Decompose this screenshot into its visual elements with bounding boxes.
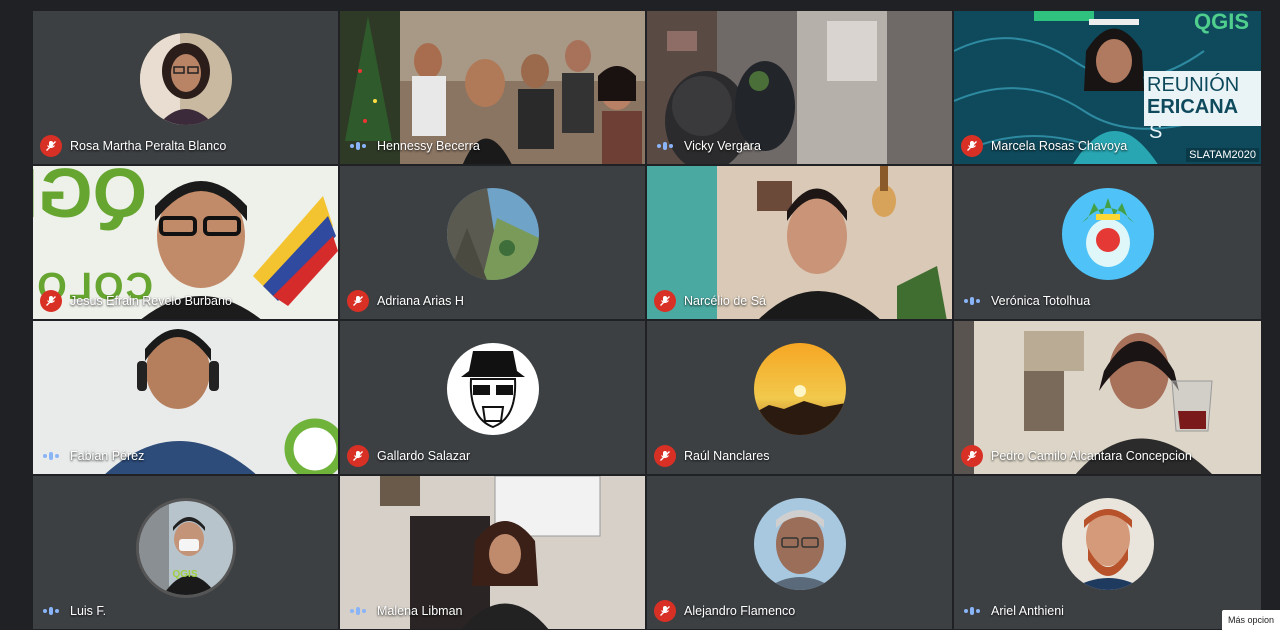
avatar	[753, 497, 846, 590]
nameplate: Verónica Totolhua	[961, 290, 1090, 312]
avatar: QGIS	[135, 497, 236, 598]
speaking-indicator-icon	[961, 600, 983, 622]
participant-tile[interactable]: Rosa Martha Peralta Blanco	[32, 10, 339, 165]
participant-tile[interactable]: Fabian Pérez	[32, 320, 339, 475]
participant-tile[interactable]: Raúl Nanclares	[646, 320, 953, 475]
nameplate: Gallardo Salazar	[347, 445, 470, 467]
more-options-button[interactable]: Más opcion	[1221, 610, 1280, 630]
qgis-logo: QGIS	[1193, 10, 1249, 34]
participant-tile[interactable]: Narcélio de Sá	[646, 165, 953, 320]
nameplate: Malena Libman	[347, 600, 462, 622]
banner-text: S	[1149, 121, 1163, 143]
muted-mic-icon	[654, 290, 676, 312]
muted-mic-icon	[347, 290, 369, 312]
participant-tile[interactable]: Adriana Arias H	[339, 165, 646, 320]
avatar	[446, 342, 539, 435]
avatar	[446, 187, 539, 280]
muted-mic-icon	[347, 445, 369, 467]
banner-text: REUNIÓN ERICANA	[1147, 74, 1240, 118]
participant-tile[interactable]: Malena Libman	[339, 475, 646, 630]
participant-tile[interactable]: QGIS COLOMBIA Jesus Efrain Revelo Burban…	[32, 165, 339, 320]
participant-name: Raúl Nanclares	[684, 449, 770, 463]
participant-tile[interactable]: QGIS REUNIÓN ERICANA S SLATAM2020 Marcel…	[953, 10, 1262, 165]
participant-tile[interactable]: Pedro Camilo Alcantara Concepcion	[953, 320, 1262, 475]
nameplate: Marcela Rosas Chavoya	[961, 135, 1127, 157]
muted-mic-icon	[961, 135, 983, 157]
nameplate: Narcélio de Sá	[654, 290, 766, 312]
speaking-indicator-icon	[654, 135, 676, 157]
muted-mic-icon	[40, 290, 62, 312]
participant-tile[interactable]: QGIS Luis F.	[32, 475, 339, 630]
nameplate: Raúl Nanclares	[654, 445, 769, 467]
participant-name: Luis F.	[70, 604, 107, 618]
speaking-indicator-icon	[40, 600, 62, 622]
nameplate: Fabian Pérez	[40, 445, 144, 467]
speaking-indicator-icon	[347, 135, 369, 157]
avatar	[1061, 497, 1154, 590]
participant-name: Vicky Vergara	[684, 139, 761, 153]
muted-mic-icon	[654, 600, 676, 622]
nameplate: Pedro Camilo Alcantara Concepcion	[961, 445, 1192, 467]
participant-name: Adriana Arias H	[377, 294, 464, 308]
participant-tile[interactable]: Gallardo Salazar	[339, 320, 646, 475]
nameplate: Ariel Anthieni	[961, 600, 1064, 622]
participant-name: Jesus Efrain Revelo Burbano	[70, 294, 232, 308]
participant-name: Verónica Totolhua	[991, 294, 1091, 308]
speaking-indicator-icon	[961, 290, 983, 312]
nameplate: Alejandro Flamenco	[654, 600, 795, 622]
participant-grid: Rosa Martha Peralta Blanco Hennessy Bece…	[32, 10, 1262, 630]
participant-name: Marcela Rosas Chavoya	[991, 139, 1128, 153]
background-text: QGIS	[33, 165, 147, 232]
speaking-indicator-icon	[347, 600, 369, 622]
participant-name: Fabian Pérez	[70, 449, 145, 463]
participant-tile[interactable]: Vicky Vergara	[646, 10, 953, 165]
participant-name: Ariel Anthieni	[991, 604, 1064, 618]
participant-name: Narcélio de Sá	[684, 294, 766, 308]
muted-mic-icon	[40, 135, 62, 157]
participant-name: Rosa Martha Peralta Blanco	[70, 139, 227, 153]
speaking-indicator-icon	[40, 445, 62, 467]
participant-name: Pedro Camilo Alcantara Concepcion	[991, 449, 1192, 463]
participant-tile[interactable]: Hennessy Becerra	[339, 10, 646, 165]
participant-tile[interactable]: Alejandro Flamenco	[646, 475, 953, 630]
avatar	[1061, 187, 1154, 280]
avatar	[753, 342, 846, 435]
muted-mic-icon	[961, 445, 983, 467]
nameplate: Adriana Arias H	[347, 290, 464, 312]
nameplate: Vicky Vergara	[654, 135, 761, 157]
nameplate: Luis F.	[40, 600, 106, 622]
participant-tile[interactable]: Verónica Totolhua	[953, 165, 1262, 320]
nameplate: Hennessy Becerra	[347, 135, 480, 157]
muted-mic-icon	[654, 445, 676, 467]
participant-name: Hennessy Becerra	[377, 139, 480, 153]
participant-tile[interactable]: Ariel Anthieni	[953, 475, 1262, 630]
participant-name: Gallardo Salazar	[377, 449, 471, 463]
shirt-logo: QGIS	[172, 568, 198, 580]
nameplate: Rosa Martha Peralta Blanco	[40, 135, 226, 157]
participant-name: Malena Libman	[377, 604, 463, 618]
participant-name: Alejandro Flamenco	[684, 604, 796, 618]
banner-tag: SLATAM2020	[1186, 148, 1259, 162]
nameplate: Jesus Efrain Revelo Burbano	[40, 290, 232, 312]
avatar	[139, 32, 232, 125]
